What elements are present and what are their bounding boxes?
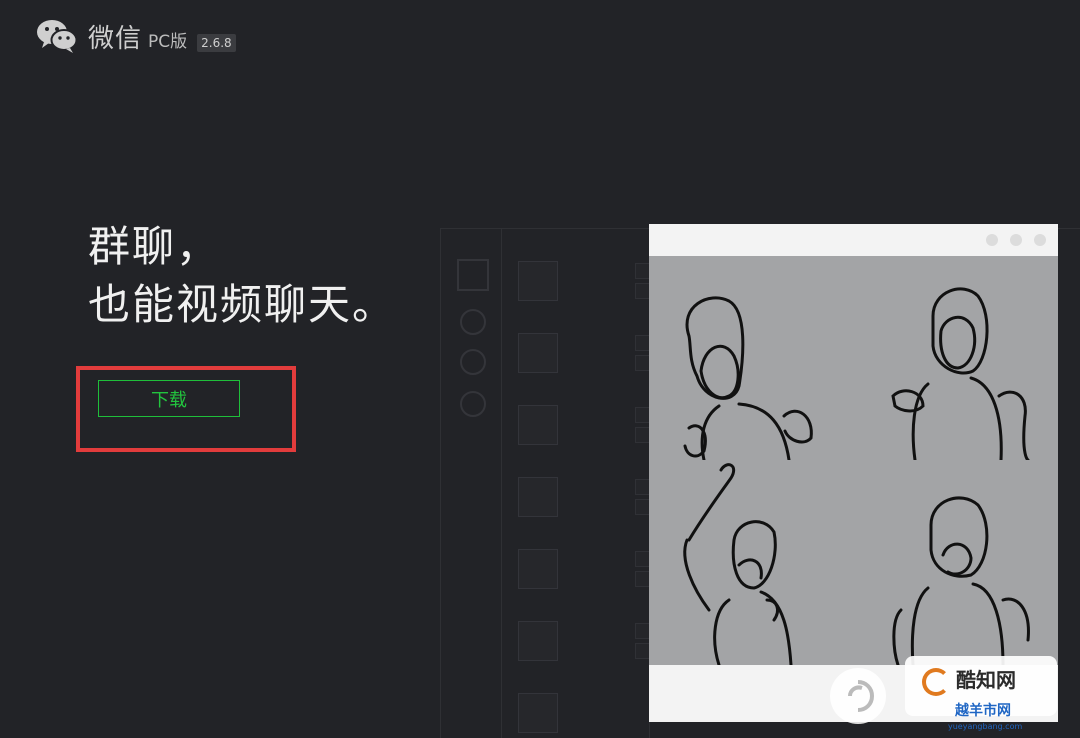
video-tile <box>853 460 1058 665</box>
wireframe-chat-list <box>501 229 757 738</box>
app-name: 微信 <box>88 23 143 54</box>
edition-label: PC版 <box>148 31 188 52</box>
watermark-accent-icon <box>922 668 950 696</box>
hero-line-2: 也能视频聊天。 <box>88 280 397 329</box>
app-header: 微信 PC版 2.6.8 <box>36 14 236 58</box>
wireframe-list-avatar <box>518 261 558 301</box>
wireframe-list-avatar <box>518 549 558 589</box>
version-badge: 2.6.8 <box>197 33 236 52</box>
watermark-url: yueyangbang.com <box>948 722 1023 731</box>
hero-headline: 群聊， 也能视频聊天。 <box>88 218 396 334</box>
watermark-text: 越羊市网 <box>955 703 1011 719</box>
hero-line-1: 群聊， <box>88 222 221 271</box>
watermark-logo-icon <box>830 668 886 724</box>
video-call-window <box>649 224 1058 722</box>
wireframe-list-avatar <box>518 333 558 373</box>
watermark-text: 酷知网 <box>956 668 1016 692</box>
wireframe-nav-dot <box>460 391 486 417</box>
wireframe-sidebar <box>441 229 502 738</box>
brand: 微信 PC版 2.6.8 <box>88 18 236 55</box>
wireframe-list-avatar <box>518 693 558 733</box>
download-button[interactable]: 下载 <box>98 380 240 417</box>
wireframe-list-avatar <box>518 477 558 517</box>
window-control-icon <box>986 234 998 246</box>
wireframe-list-avatar <box>518 621 558 661</box>
video-tile <box>649 460 853 665</box>
window-control-icon <box>1034 234 1046 246</box>
wireframe-list-avatar <box>518 405 558 445</box>
wireframe-nav-dot <box>460 349 486 375</box>
video-grid <box>649 256 1058 665</box>
video-tile <box>853 256 1058 460</box>
window-control-icon <box>1010 234 1022 246</box>
wechat-logo-icon <box>36 18 78 54</box>
video-tile <box>649 256 853 460</box>
video-window-titlebar <box>649 224 1058 256</box>
wireframe-avatar <box>457 259 489 291</box>
wireframe-nav-dot <box>460 309 486 335</box>
